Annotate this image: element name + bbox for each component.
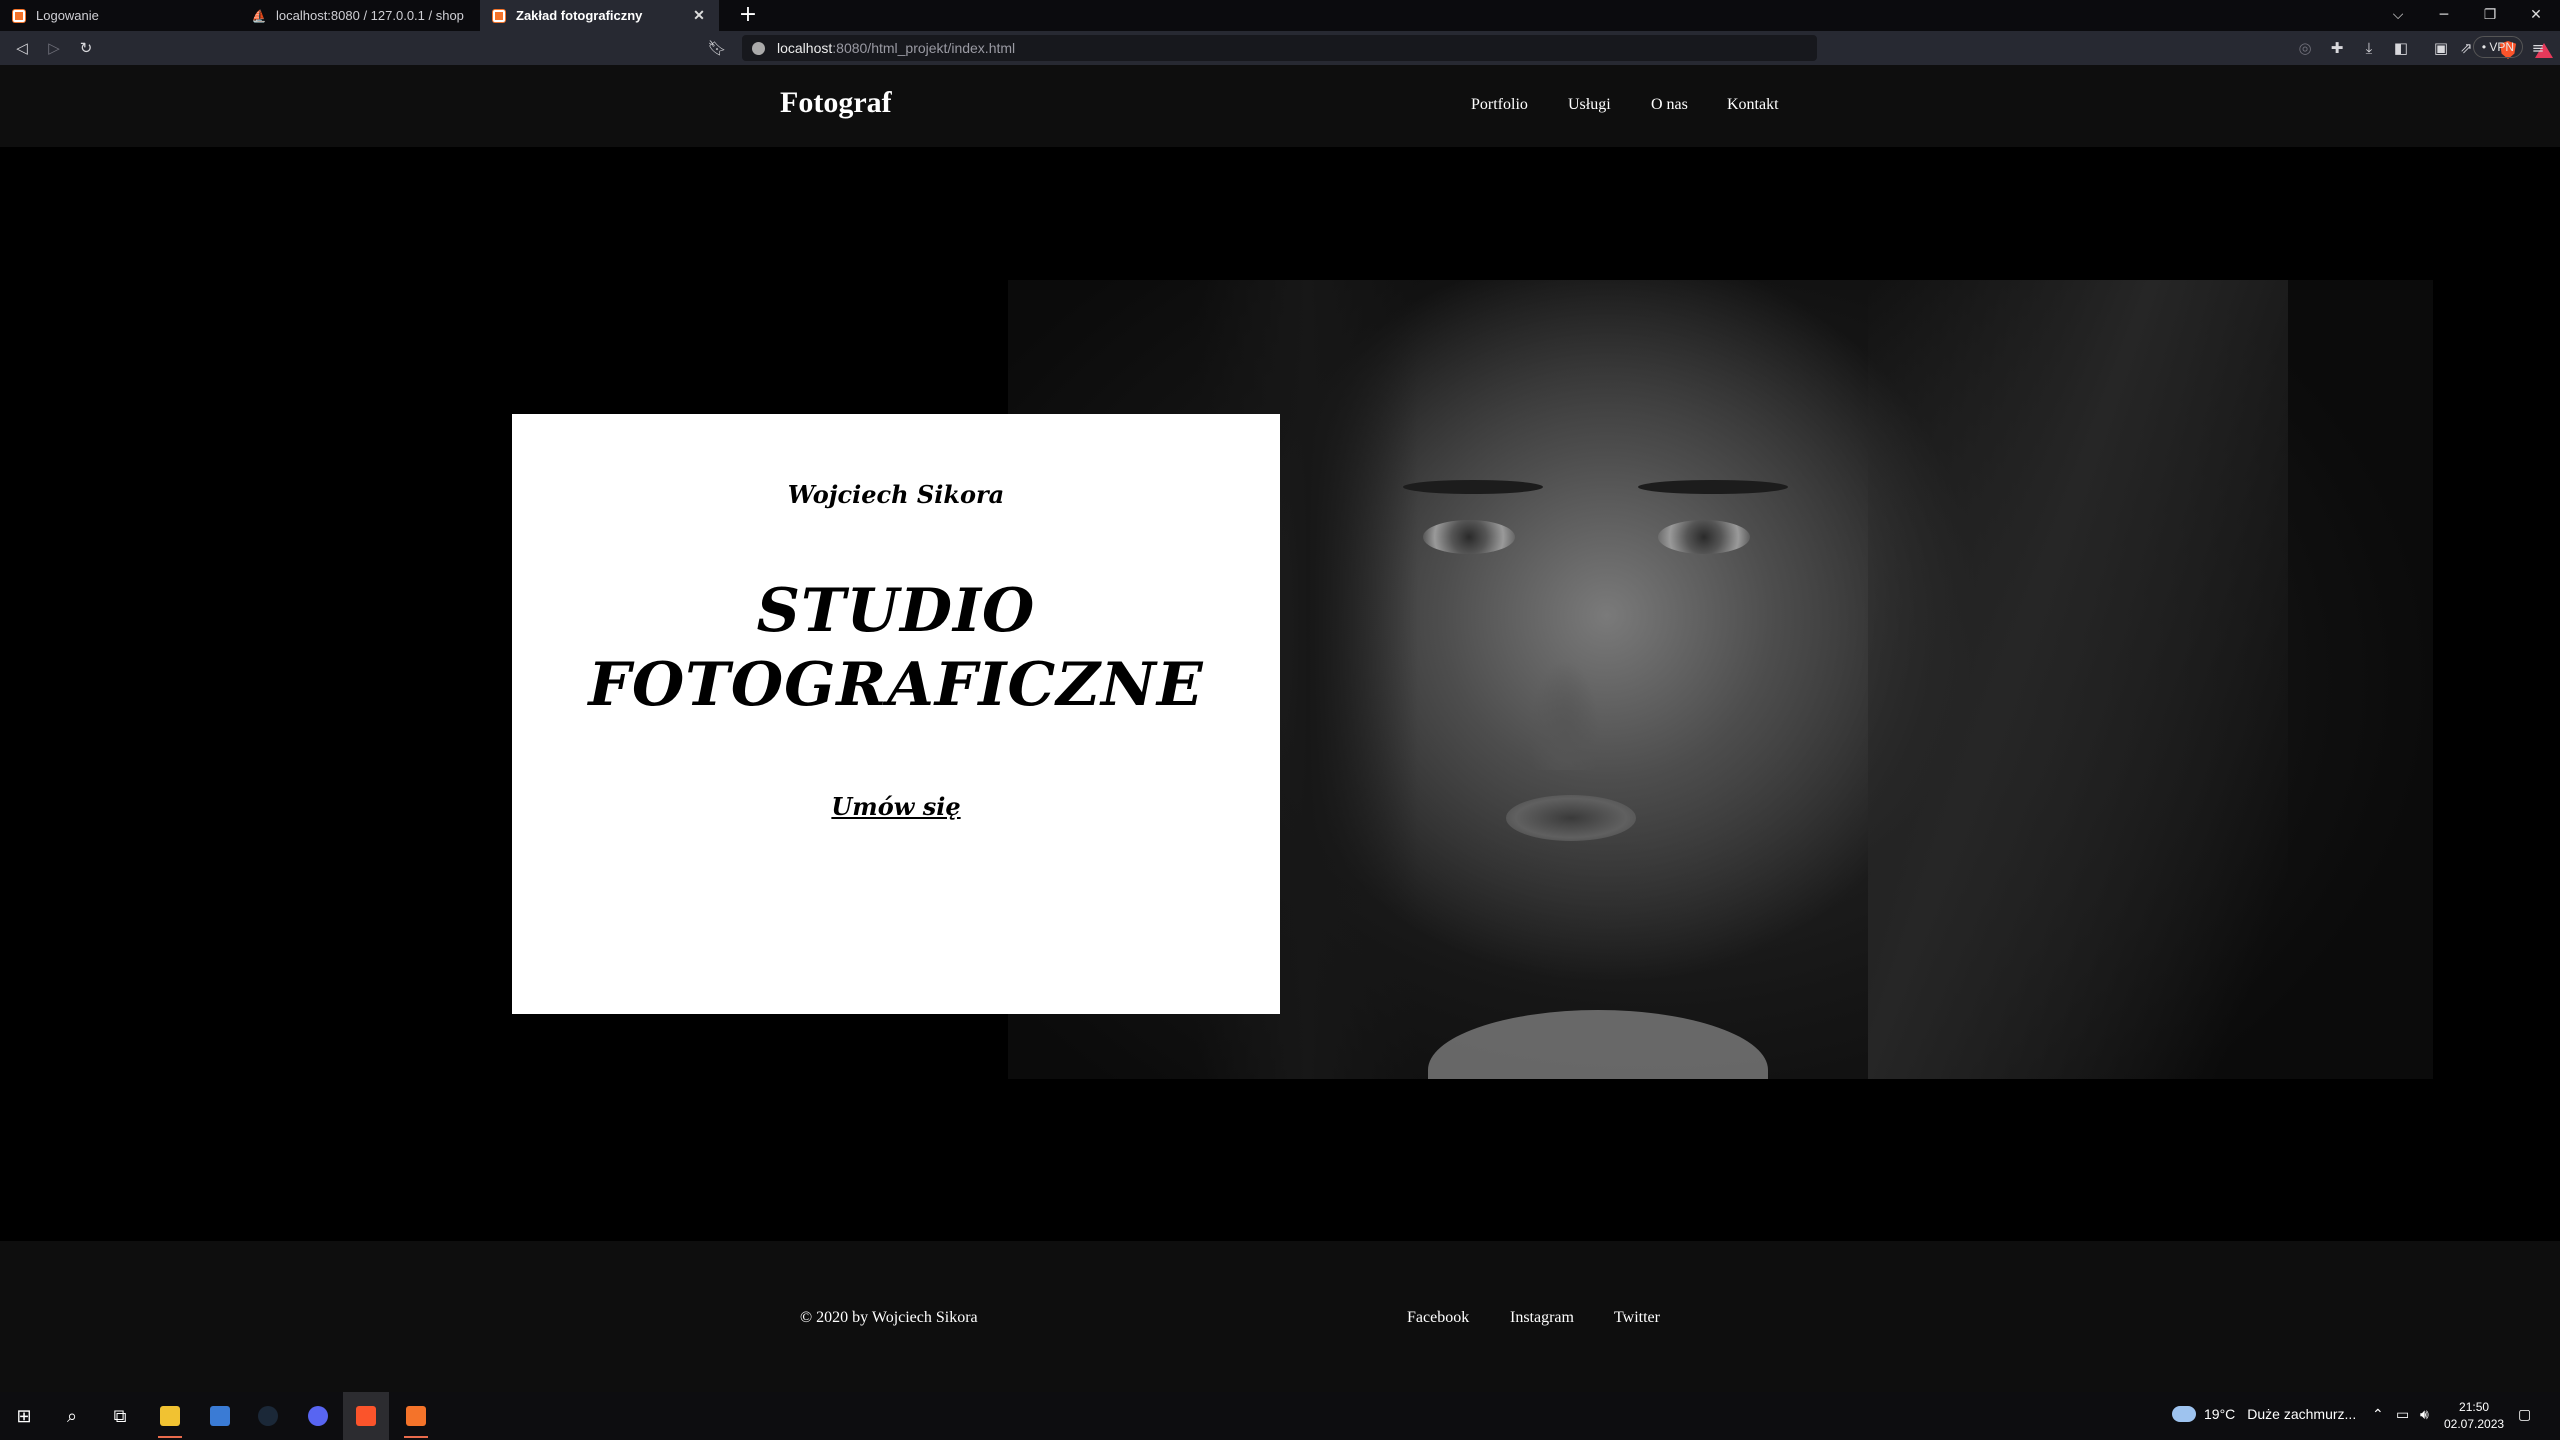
discord-icon[interactable] bbox=[302, 1400, 334, 1432]
download-icon[interactable]: ⤓ bbox=[2358, 37, 2380, 59]
nav-kontakt[interactable]: Kontakt bbox=[1727, 96, 1779, 114]
browser-tab-strip: Logowanie ⛵ localhost:8080 / 127.0.0.1 /… bbox=[0, 0, 2560, 31]
clock-date: 02.07.2023 bbox=[2444, 1417, 2505, 1431]
hero-card: Wojciech Sikora STUDIO FOTOGRAFICZNE Umó… bbox=[512, 414, 1280, 1014]
extensions-icon[interactable]: ✚ bbox=[2326, 37, 2348, 59]
tab-label: Logowanie bbox=[36, 8, 99, 23]
restore-button[interactable]: ❐ bbox=[2468, 0, 2512, 31]
xampp-icon bbox=[492, 8, 506, 23]
forward-icon[interactable]: ▷ bbox=[43, 37, 65, 59]
back-icon[interactable]: ◁ bbox=[11, 37, 33, 59]
search-icon[interactable]: ⌕ bbox=[56, 1400, 88, 1432]
close-tab-icon[interactable]: ✕ bbox=[691, 7, 707, 24]
xampp-control-icon[interactable] bbox=[400, 1400, 432, 1438]
windows-start-icon[interactable]: ⊞ bbox=[8, 1400, 40, 1432]
wallet-icon[interactable]: ◎ bbox=[2294, 37, 2316, 59]
vpn-button[interactable]: • VPN bbox=[2473, 36, 2523, 58]
site-footer: © 2020 by Wojciech Sikora Facebook Insta… bbox=[0, 1241, 2560, 1392]
address-bar[interactable]: localhost :8080/html_projekt/index.html … bbox=[742, 35, 2553, 61]
url-path: :8080/html_projekt/index.html bbox=[832, 40, 1016, 56]
reload-icon[interactable]: ↻ bbox=[75, 37, 97, 59]
nav-uslugi[interactable]: Usługi bbox=[1568, 96, 1611, 114]
bookmark-icon[interactable]: 🔖︎ bbox=[706, 37, 728, 59]
xampp-icon bbox=[12, 8, 26, 23]
network-icon[interactable]: ▭ bbox=[2396, 1406, 2409, 1423]
weather-description: Duże zachmurz... bbox=[2247, 1406, 2357, 1422]
footer-link-twitter[interactable]: Twitter bbox=[1614, 1309, 1660, 1327]
site-logo[interactable]: Fotograf bbox=[780, 86, 892, 120]
weather-temperature: 19°C bbox=[2204, 1406, 2236, 1422]
photographer-name: Wojciech Sikora bbox=[787, 480, 1005, 509]
footer-link-instagram[interactable]: Instagram bbox=[1510, 1309, 1574, 1327]
tab-label: localhost:8080 / 127.0.0.1 / shop / pro bbox=[276, 8, 467, 23]
volume-icon[interactable]: 🔊︎ bbox=[2420, 1406, 2429, 1423]
webpage: Fotograf Portfolio Usługi O nas Kontakt … bbox=[0, 65, 2560, 1392]
nav-portfolio[interactable]: Portfolio bbox=[1471, 96, 1528, 114]
taskbar: ⊞ ⌕ ⧉ 19°C Duże zachmurz... ⌃ ▭ 🔊︎ 21:50… bbox=[0, 1392, 2560, 1440]
cloud-icon bbox=[2172, 1406, 2196, 1422]
close-window-button[interactable]: ✕ bbox=[2514, 0, 2558, 31]
tab-label: Zakład fotograficzny bbox=[516, 8, 643, 23]
site-info-icon[interactable] bbox=[752, 41, 765, 55]
hero-title: STUDIO FOTOGRAFICZNE bbox=[588, 576, 1204, 720]
book-appointment-link[interactable]: Umów się bbox=[512, 792, 1280, 821]
new-tab-button[interactable]: + bbox=[736, 3, 760, 27]
nav-o-nas[interactable]: O nas bbox=[1651, 96, 1688, 114]
task-view-icon[interactable]: ⧉ bbox=[104, 1400, 136, 1432]
share-icon[interactable]: ⇗ bbox=[2460, 39, 2473, 57]
brave-browser-icon[interactable] bbox=[343, 1392, 389, 1440]
vpn-label: VPN bbox=[2489, 40, 2515, 54]
menu-icon[interactable]: ≡ bbox=[2527, 37, 2549, 59]
clock-time: 21:50 bbox=[2459, 1400, 2490, 1414]
tab-zaklad-fotograficzny[interactable]: Zakład fotograficzny ✕ bbox=[480, 0, 719, 31]
notifications-icon[interactable]: ▢ bbox=[2518, 1406, 2531, 1423]
copyright-text: © 2020 by Wojciech Sikora bbox=[800, 1309, 978, 1326]
footer-link-facebook[interactable]: Facebook bbox=[1407, 1309, 1469, 1327]
weather-widget[interactable]: 19°C Duże zachmurz... bbox=[2172, 1406, 2356, 1422]
tab-phpmyadmin[interactable]: ⛵ localhost:8080 / 127.0.0.1 / shop / pr… bbox=[240, 0, 479, 31]
tab-search-icon[interactable]: ⌵ bbox=[2376, 0, 2420, 31]
minimize-button[interactable]: ─ bbox=[2422, 0, 2466, 31]
file-explorer-icon[interactable] bbox=[154, 1400, 186, 1438]
tab-logowanie[interactable]: Logowanie bbox=[0, 0, 239, 31]
phpmyadmin-icon: ⛵ bbox=[251, 8, 267, 23]
site-header: Fotograf Portfolio Usługi O nas Kontakt bbox=[0, 65, 2560, 147]
sidebar-icon[interactable]: ◧ bbox=[2390, 37, 2412, 59]
wallet-panel-icon[interactable]: ▣ bbox=[2430, 37, 2452, 59]
url-host: localhost bbox=[777, 40, 833, 56]
steam-icon[interactable] bbox=[252, 1400, 284, 1432]
chevron-up-icon[interactable]: ⌃ bbox=[2372, 1406, 2384, 1423]
system-clock[interactable]: 21:50 02.07.2023 bbox=[2444, 1399, 2504, 1433]
browser-toolbar: ◁ ▷ ↻ 🔖︎ localhost :8080/html_projekt/in… bbox=[0, 31, 2560, 65]
steam-installer-icon[interactable] bbox=[204, 1400, 236, 1432]
